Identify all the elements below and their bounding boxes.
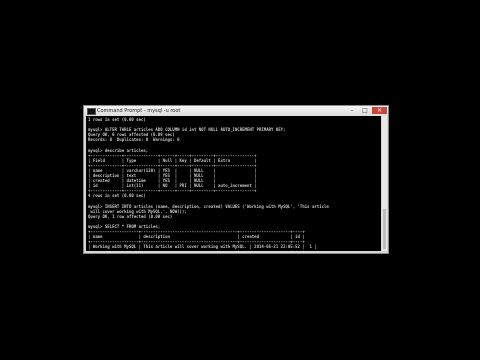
title-bar[interactable]: Command Prompt - mysql -u root – □ ✕ — [84, 106, 388, 116]
console-output[interactable]: 1 rows in set (0.00 sec) mysql> ALTER TAB… — [86, 116, 381, 251]
minimize-button[interactable]: – — [346, 107, 358, 114]
terminal-icon — [87, 108, 96, 115]
console-line: +--------------------+------------------… — [88, 249, 329, 251]
scrollbar-thumb[interactable] — [383, 209, 386, 249]
maximize-button[interactable]: □ — [359, 107, 371, 114]
console-line: mysql> INSERT INTO articles (name, descr… — [88, 203, 329, 209]
window-title: Command Prompt - mysql -u root — [97, 108, 181, 114]
command-prompt-window[interactable]: Command Prompt - mysql -u root – □ ✕ 1 r… — [83, 105, 389, 254]
close-button[interactable]: ✕ — [372, 107, 387, 114]
console-lines: 1 rows in set (0.00 sec) mysql> ALTER TAB… — [88, 117, 329, 251]
vertical-scrollbar[interactable] — [382, 116, 387, 251]
